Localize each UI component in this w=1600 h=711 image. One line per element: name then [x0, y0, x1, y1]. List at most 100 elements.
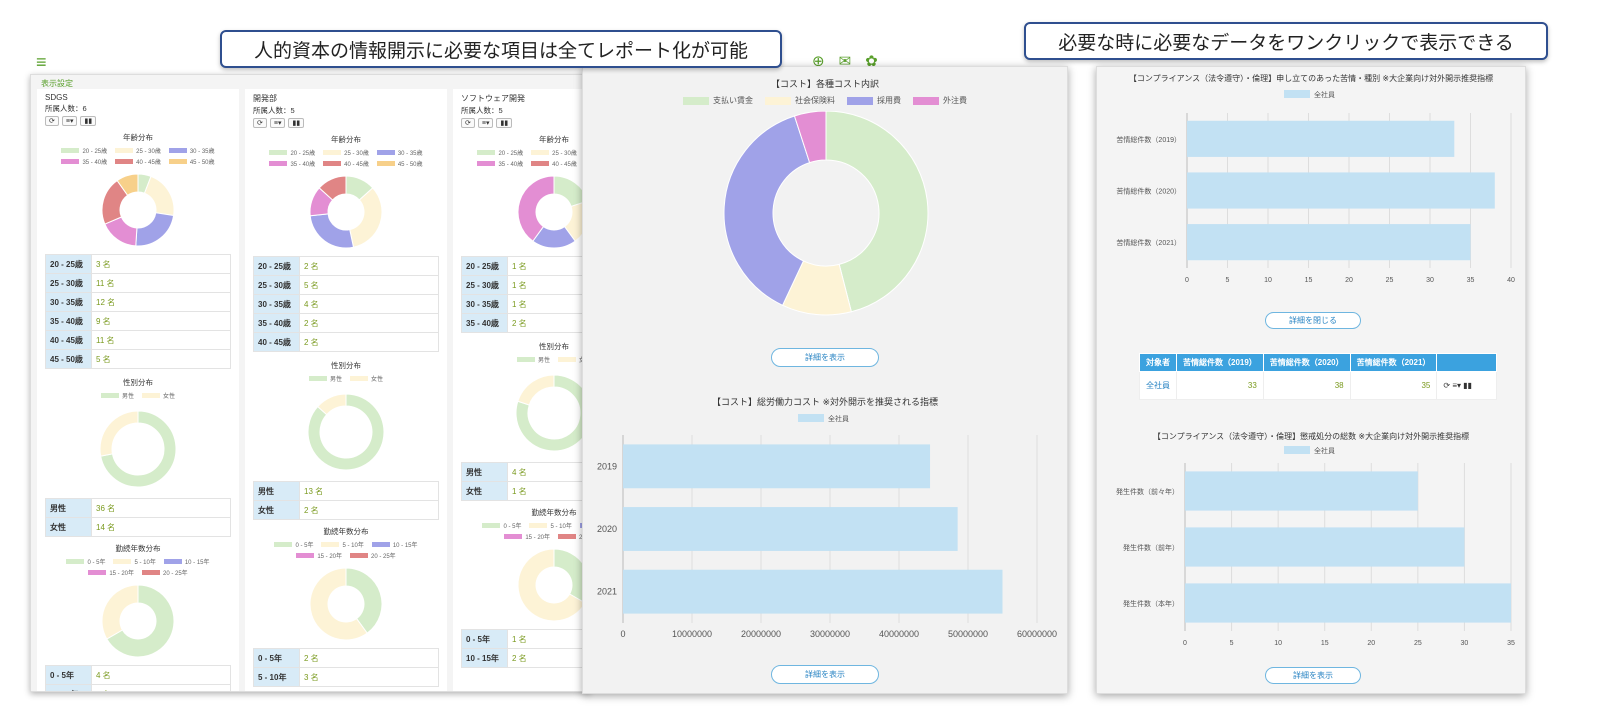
legend-item[interactable]: 15 - 20年 — [88, 568, 134, 577]
tenure-chart-title: 勤続年数分布 — [115, 544, 161, 553]
x-tick-label: 15 — [1321, 640, 1329, 647]
legend-item[interactable]: 15 - 20年 — [296, 551, 342, 560]
cost-breakdown-donut — [723, 111, 929, 316]
list-icon[interactable]: ≡▾ — [61, 116, 78, 126]
gender-legend: 男性 女性 — [253, 374, 439, 383]
legend-item[interactable]: 0 - 5年 — [274, 540, 313, 549]
legend-item[interactable]: 20 - 25年 — [142, 568, 188, 577]
table-row: 女性 14 名 — [45, 517, 231, 537]
gender-donut — [307, 393, 385, 471]
bar[interactable] — [1185, 583, 1511, 623]
bar[interactable] — [623, 569, 1003, 614]
cost-detail-button[interactable]: 詳細を表示 — [771, 348, 879, 367]
list-icon[interactable]: ≡▾ — [477, 118, 494, 128]
table-header: 苦情総件数（2021） — [1349, 353, 1438, 372]
legend-item[interactable]: 5 - 10年 — [529, 521, 572, 530]
column-tools: ⟳ ≡▾ ▮▮ — [45, 116, 231, 126]
legend-item[interactable]: 全社員 — [798, 414, 849, 423]
department-name: ソフトウェア開発 — [461, 94, 525, 103]
table-tools[interactable]: ⟳ ≡▾ ▮▮ — [1436, 371, 1498, 400]
legend-item[interactable]: 15 - 20年 — [504, 532, 550, 541]
legend-item[interactable]: 25 - 30歳 — [323, 148, 369, 157]
disciplinary-detail-button[interactable]: 詳細を表示 — [1265, 667, 1361, 684]
legend-item[interactable]: 25 - 30歳 — [531, 148, 577, 157]
legend-item[interactable]: 45 - 50歳 — [376, 159, 423, 168]
legend-item[interactable]: 男性 — [308, 374, 342, 383]
legend-item[interactable]: 社会保険料 — [765, 95, 835, 106]
legend-label: 15 - 20年 — [525, 535, 550, 541]
close-detail-button[interactable]: 詳細を閉じる — [1265, 312, 1361, 329]
legend-item[interactable]: 男性 — [516, 355, 550, 364]
bar-chart-icon[interactable]: ▮▮ — [496, 118, 513, 128]
table-cell-value: 2 名 — [299, 256, 439, 276]
table-cell-value: 2 名 — [507, 313, 589, 333]
table-cell-value: 1 名 — [507, 294, 589, 314]
cost-breakdown-legend: 支払い賃金 社会保険料 採用費 外注費 — [583, 95, 1067, 106]
legend-item[interactable]: 全社員 — [1284, 90, 1335, 99]
legend-item[interactable]: 30 - 35歳 — [376, 148, 423, 157]
legend-item[interactable]: 25 - 30歳 — [115, 146, 161, 155]
table-cell-key: 35 - 40歳 — [253, 313, 300, 333]
legend-item[interactable]: 0 - 5年 — [482, 521, 521, 530]
legend-item[interactable]: 全社員 — [1284, 446, 1335, 455]
legend-item[interactable]: 20 - 25歳 — [477, 148, 523, 157]
legend-item[interactable]: 女性 — [350, 374, 383, 383]
bar[interactable] — [1187, 120, 1455, 157]
legend-item[interactable]: 10 - 15年 — [163, 557, 210, 566]
refresh-icon[interactable]: ⟳ — [253, 118, 267, 128]
refresh-icon[interactable]: ⟳ — [45, 116, 59, 126]
table-row: 5 - 10年 3 名 — [253, 667, 439, 687]
bar[interactable] — [623, 444, 931, 489]
legend-item[interactable]: 40 - 45歳 — [115, 157, 161, 166]
table-row: 5 - 10年2 名 — [45, 684, 231, 691]
legend-item[interactable]: 採用費 — [847, 95, 901, 106]
legend-item[interactable]: 支払い賃金 — [683, 95, 753, 106]
display-settings-link[interactable]: 表示設定 — [31, 75, 589, 89]
table-cell-value: 5 名 — [91, 349, 231, 369]
table-row: 0 - 5年 4 名 — [45, 665, 231, 685]
refresh-icon[interactable]: ⟳ — [461, 118, 475, 128]
legend-item[interactable]: 10 - 15年 — [371, 540, 418, 549]
table-cell[interactable]: 全社員 — [1139, 371, 1177, 400]
legend-item[interactable]: 45 - 50歳 — [168, 157, 215, 166]
menu-icon[interactable]: ≡ — [36, 52, 47, 73]
table-row: 0 - 5年 2 名 — [253, 648, 439, 668]
bar[interactable] — [1187, 224, 1471, 261]
legend-item[interactable]: 女性 — [142, 391, 175, 400]
legend-item[interactable]: 外注費 — [913, 95, 967, 106]
legend-item[interactable]: 35 - 40歳 — [61, 157, 107, 166]
bar-chart-icon[interactable]: ▮▮ — [288, 118, 305, 128]
age-slice — [309, 213, 355, 249]
legend-item[interactable]: 35 - 40歳 — [477, 159, 523, 168]
table-cell-key: 20 - 25歳 — [461, 256, 508, 276]
legend-label: 全社員 — [1314, 446, 1335, 455]
table-cell-value: 2 名 — [299, 332, 439, 352]
legend-label: 40 - 45歳 — [344, 162, 369, 168]
legend-item[interactable]: 5 - 10年 — [321, 540, 364, 549]
bar[interactable] — [1185, 527, 1465, 567]
bar[interactable] — [1187, 172, 1495, 209]
legend-item[interactable]: 30 - 35歳 — [168, 146, 215, 155]
table-cell-value: 2 名 — [299, 648, 439, 668]
legend-item[interactable]: 20 - 25歳 — [61, 146, 107, 155]
legend-label: 20 - 25歳 — [82, 149, 108, 155]
bar-chart-icon[interactable]: ▮▮ — [80, 116, 97, 126]
legend-item[interactable]: 40 - 45歳 — [531, 159, 577, 168]
table-header-tools — [1436, 353, 1498, 372]
x-tick-label: 10000000 — [672, 629, 712, 639]
legend-swatch — [88, 570, 107, 575]
legend-item[interactable]: 0 - 5年 — [66, 557, 105, 566]
legend-item[interactable]: 20 - 25歳 — [269, 148, 315, 157]
labor-cost-detail-button[interactable]: 詳細を表示 — [771, 665, 879, 684]
legend-item[interactable]: 男性 — [100, 391, 134, 400]
legend-item[interactable]: 35 - 40歳 — [269, 159, 315, 168]
legend-item[interactable]: 20 - 25年 — [350, 551, 396, 560]
legend-item[interactable]: 40 - 45歳 — [323, 159, 369, 168]
bar[interactable] — [623, 507, 958, 551]
legend-label: 35 - 40歳 — [498, 162, 524, 168]
legend-label: 40 - 45歳 — [136, 160, 161, 166]
legend-item[interactable]: 5 - 10年 — [113, 557, 156, 566]
bar[interactable] — [1185, 471, 1418, 511]
list-icon[interactable]: ≡▾ — [269, 118, 286, 128]
disciplinary-title: 【コンプライアンス（法令遵守）・倫理】懲戒処分の総数 ※大企業向け対外開示推奨指… — [1152, 432, 1470, 441]
